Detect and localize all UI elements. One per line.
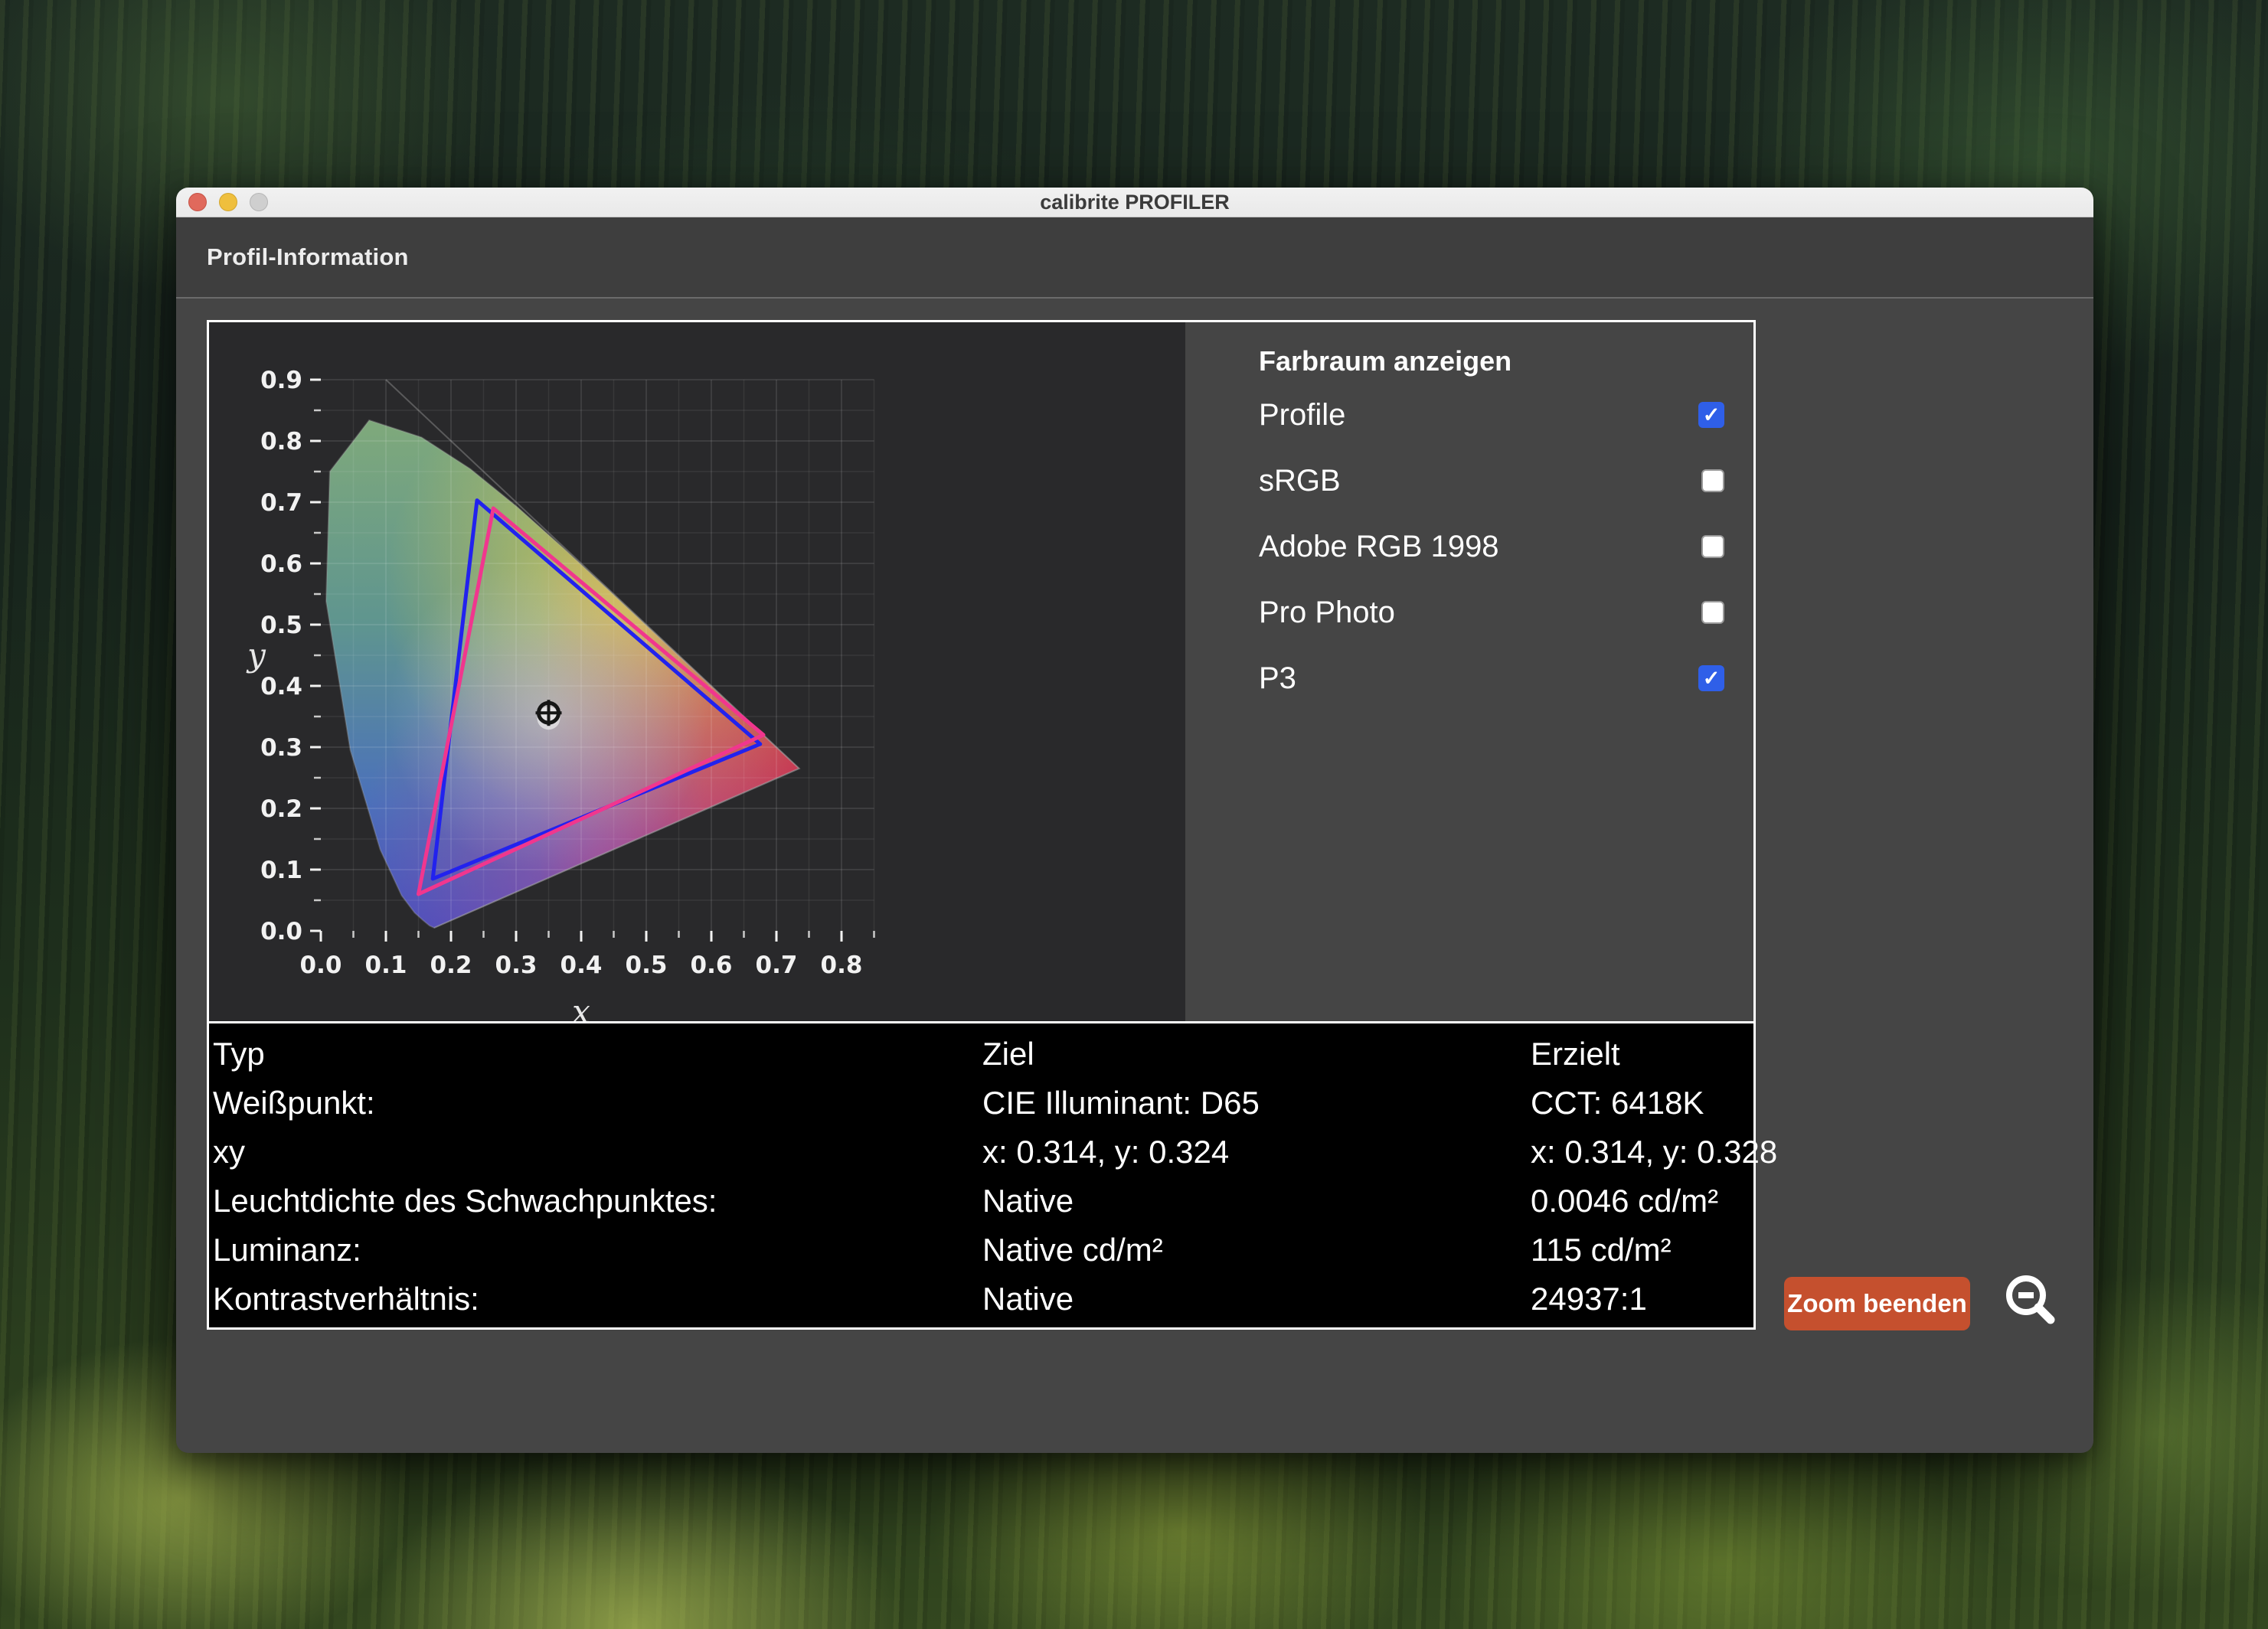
svg-text:0.6: 0.6 [260, 550, 302, 578]
row-label: Leuchtdichte des Schwachpunktes: [213, 1183, 982, 1219]
svg-text:0.8: 0.8 [821, 952, 863, 979]
table-row-luminance: Luminanz: Native cd/m² 115 cd/m² [213, 1226, 1753, 1275]
svg-text:0.3: 0.3 [495, 952, 538, 979]
app-header: Profil-Information [176, 217, 2093, 299]
y-axis-title: y [246, 636, 266, 674]
fullscreen-button[interactable] [250, 193, 268, 211]
chart-and-options-row: 0.0 0.1 0.2 0.3 0.4 0.5 0.6 0.7 0.8 0.0 0.1 0.2 0.3 0… [209, 322, 1753, 1021]
app-window: calibrite PROFILER Profil-Information [176, 188, 2093, 1453]
colorspace-label-prophoto: Pro Photo [1259, 596, 1395, 630]
x-axis-title: x [572, 993, 590, 1021]
page-title: Profil-Information [207, 243, 409, 271]
table-header-row: Typ Ziel Erzielt [213, 1030, 1753, 1079]
colorspace-row-prophoto: Pro Photo [1259, 579, 1753, 645]
colorspace-label-p3: P3 [1259, 661, 1296, 696]
profile-values-table: Typ Ziel Erzielt Weißpunkt: CIE Illumina… [209, 1023, 1753, 1327]
svg-text:0.2: 0.2 [430, 952, 472, 979]
row-label: xy [213, 1134, 982, 1170]
checkbox-srgb[interactable] [1701, 469, 1724, 492]
colorspace-label-adobergb: Adobe RGB 1998 [1259, 530, 1499, 564]
zoom-out-icon[interactable] [2000, 1271, 2061, 1332]
table-header-erzielt: Erzielt [1531, 1036, 1753, 1072]
row-erzielt-value: x: 0.314, y: 0.328 [1531, 1134, 1777, 1170]
svg-text:0.0: 0.0 [300, 952, 342, 979]
svg-text:0.4: 0.4 [560, 952, 603, 979]
svg-text:0.9: 0.9 [260, 367, 302, 394]
svg-text:0.1: 0.1 [365, 952, 407, 979]
colorspace-panel-title: Farbraum anzeigen [1259, 341, 1753, 382]
colorspace-row-adobergb: Adobe RGB 1998 [1259, 514, 1753, 579]
minimize-button[interactable] [219, 193, 237, 211]
colorspace-row-p3: P3 ✓ [1259, 645, 1753, 711]
svg-text:0.7: 0.7 [260, 489, 302, 517]
row-label: Luminanz: [213, 1232, 982, 1268]
svg-text:0.3: 0.3 [260, 734, 302, 762]
row-erzielt-value: 24937:1 [1531, 1281, 1753, 1317]
table-row-whitepoint: Weißpunkt: CIE Illuminant: D65 CCT: 6418… [213, 1079, 1753, 1128]
table-header-typ: Typ [213, 1036, 982, 1072]
profile-info-container: 0.0 0.1 0.2 0.3 0.4 0.5 0.6 0.7 0.8 0.0 0.1 0.2 0.3 0… [207, 320, 1756, 1330]
svg-text:0.5: 0.5 [626, 952, 668, 979]
svg-text:0.6: 0.6 [691, 952, 733, 979]
checkbox-p3[interactable]: ✓ [1698, 665, 1724, 691]
desktop-background: calibrite PROFILER Profil-Information [0, 0, 2268, 1629]
table-header-ziel: Ziel [982, 1036, 1531, 1072]
colorspace-label-srgb: sRGB [1259, 464, 1341, 498]
checkbox-prophoto[interactable] [1701, 601, 1724, 624]
zoom-beenden-button[interactable]: Zoom beenden [1784, 1277, 1970, 1330]
colorspace-row-profile: Profile ✓ [1259, 382, 1753, 448]
row-ziel-value: x: 0.314, y: 0.324 [982, 1134, 1531, 1170]
svg-text:0.8: 0.8 [260, 428, 302, 455]
row-ziel-value: Native cd/m² [982, 1232, 1531, 1268]
colorspace-label-profile: Profile [1259, 398, 1345, 433]
traffic-lights [188, 188, 268, 217]
titlebar[interactable]: calibrite PROFILER [176, 188, 2093, 217]
chromaticity-chart-panel: 0.0 0.1 0.2 0.3 0.4 0.5 0.6 0.7 0.8 0.0 0.1 0.2 0.3 0… [209, 322, 1185, 1021]
svg-text:0.0: 0.0 [260, 918, 302, 945]
window-title: calibrite PROFILER [1040, 191, 1230, 214]
row-ziel-value: Native [982, 1281, 1531, 1317]
chromaticity-chart: 0.0 0.1 0.2 0.3 0.4 0.5 0.6 0.7 0.8 0.0 0.1 0.2 0.3 0… [209, 322, 1185, 1021]
table-row-xy: xy x: 0.314, y: 0.324 x: 0.314, y: 0.328 [213, 1128, 1753, 1177]
row-erzielt-value: 115 cd/m² [1531, 1232, 1753, 1268]
checkbox-profile[interactable]: ✓ [1698, 402, 1724, 428]
table-row-blackpoint-luminance: Leuchtdichte des Schwachpunktes: Native … [213, 1177, 1753, 1226]
svg-text:0.2: 0.2 [260, 795, 302, 823]
svg-text:0.4: 0.4 [260, 673, 302, 700]
checkbox-adobergb[interactable] [1701, 535, 1724, 558]
close-button[interactable] [188, 193, 207, 211]
svg-text:0.5: 0.5 [260, 612, 302, 639]
row-erzielt-value: CCT: 6418K [1531, 1085, 1753, 1121]
colorspace-row-srgb: sRGB [1259, 448, 1753, 514]
svg-text:0.1: 0.1 [260, 857, 302, 884]
svg-text:0.7: 0.7 [756, 952, 798, 979]
row-ziel-value: CIE Illuminant: D65 [982, 1085, 1531, 1121]
colorspace-options-panel: Farbraum anzeigen Profile ✓ sRGB Adobe R… [1185, 322, 1753, 1021]
table-row-contrast-ratio: Kontrastverhältnis: Native 24937:1 [213, 1275, 1753, 1324]
row-erzielt-value: 0.0046 cd/m² [1531, 1183, 1753, 1219]
row-label: Weißpunkt: [213, 1085, 982, 1121]
row-label: Kontrastverhältnis: [213, 1281, 982, 1317]
row-ziel-value: Native [982, 1183, 1531, 1219]
